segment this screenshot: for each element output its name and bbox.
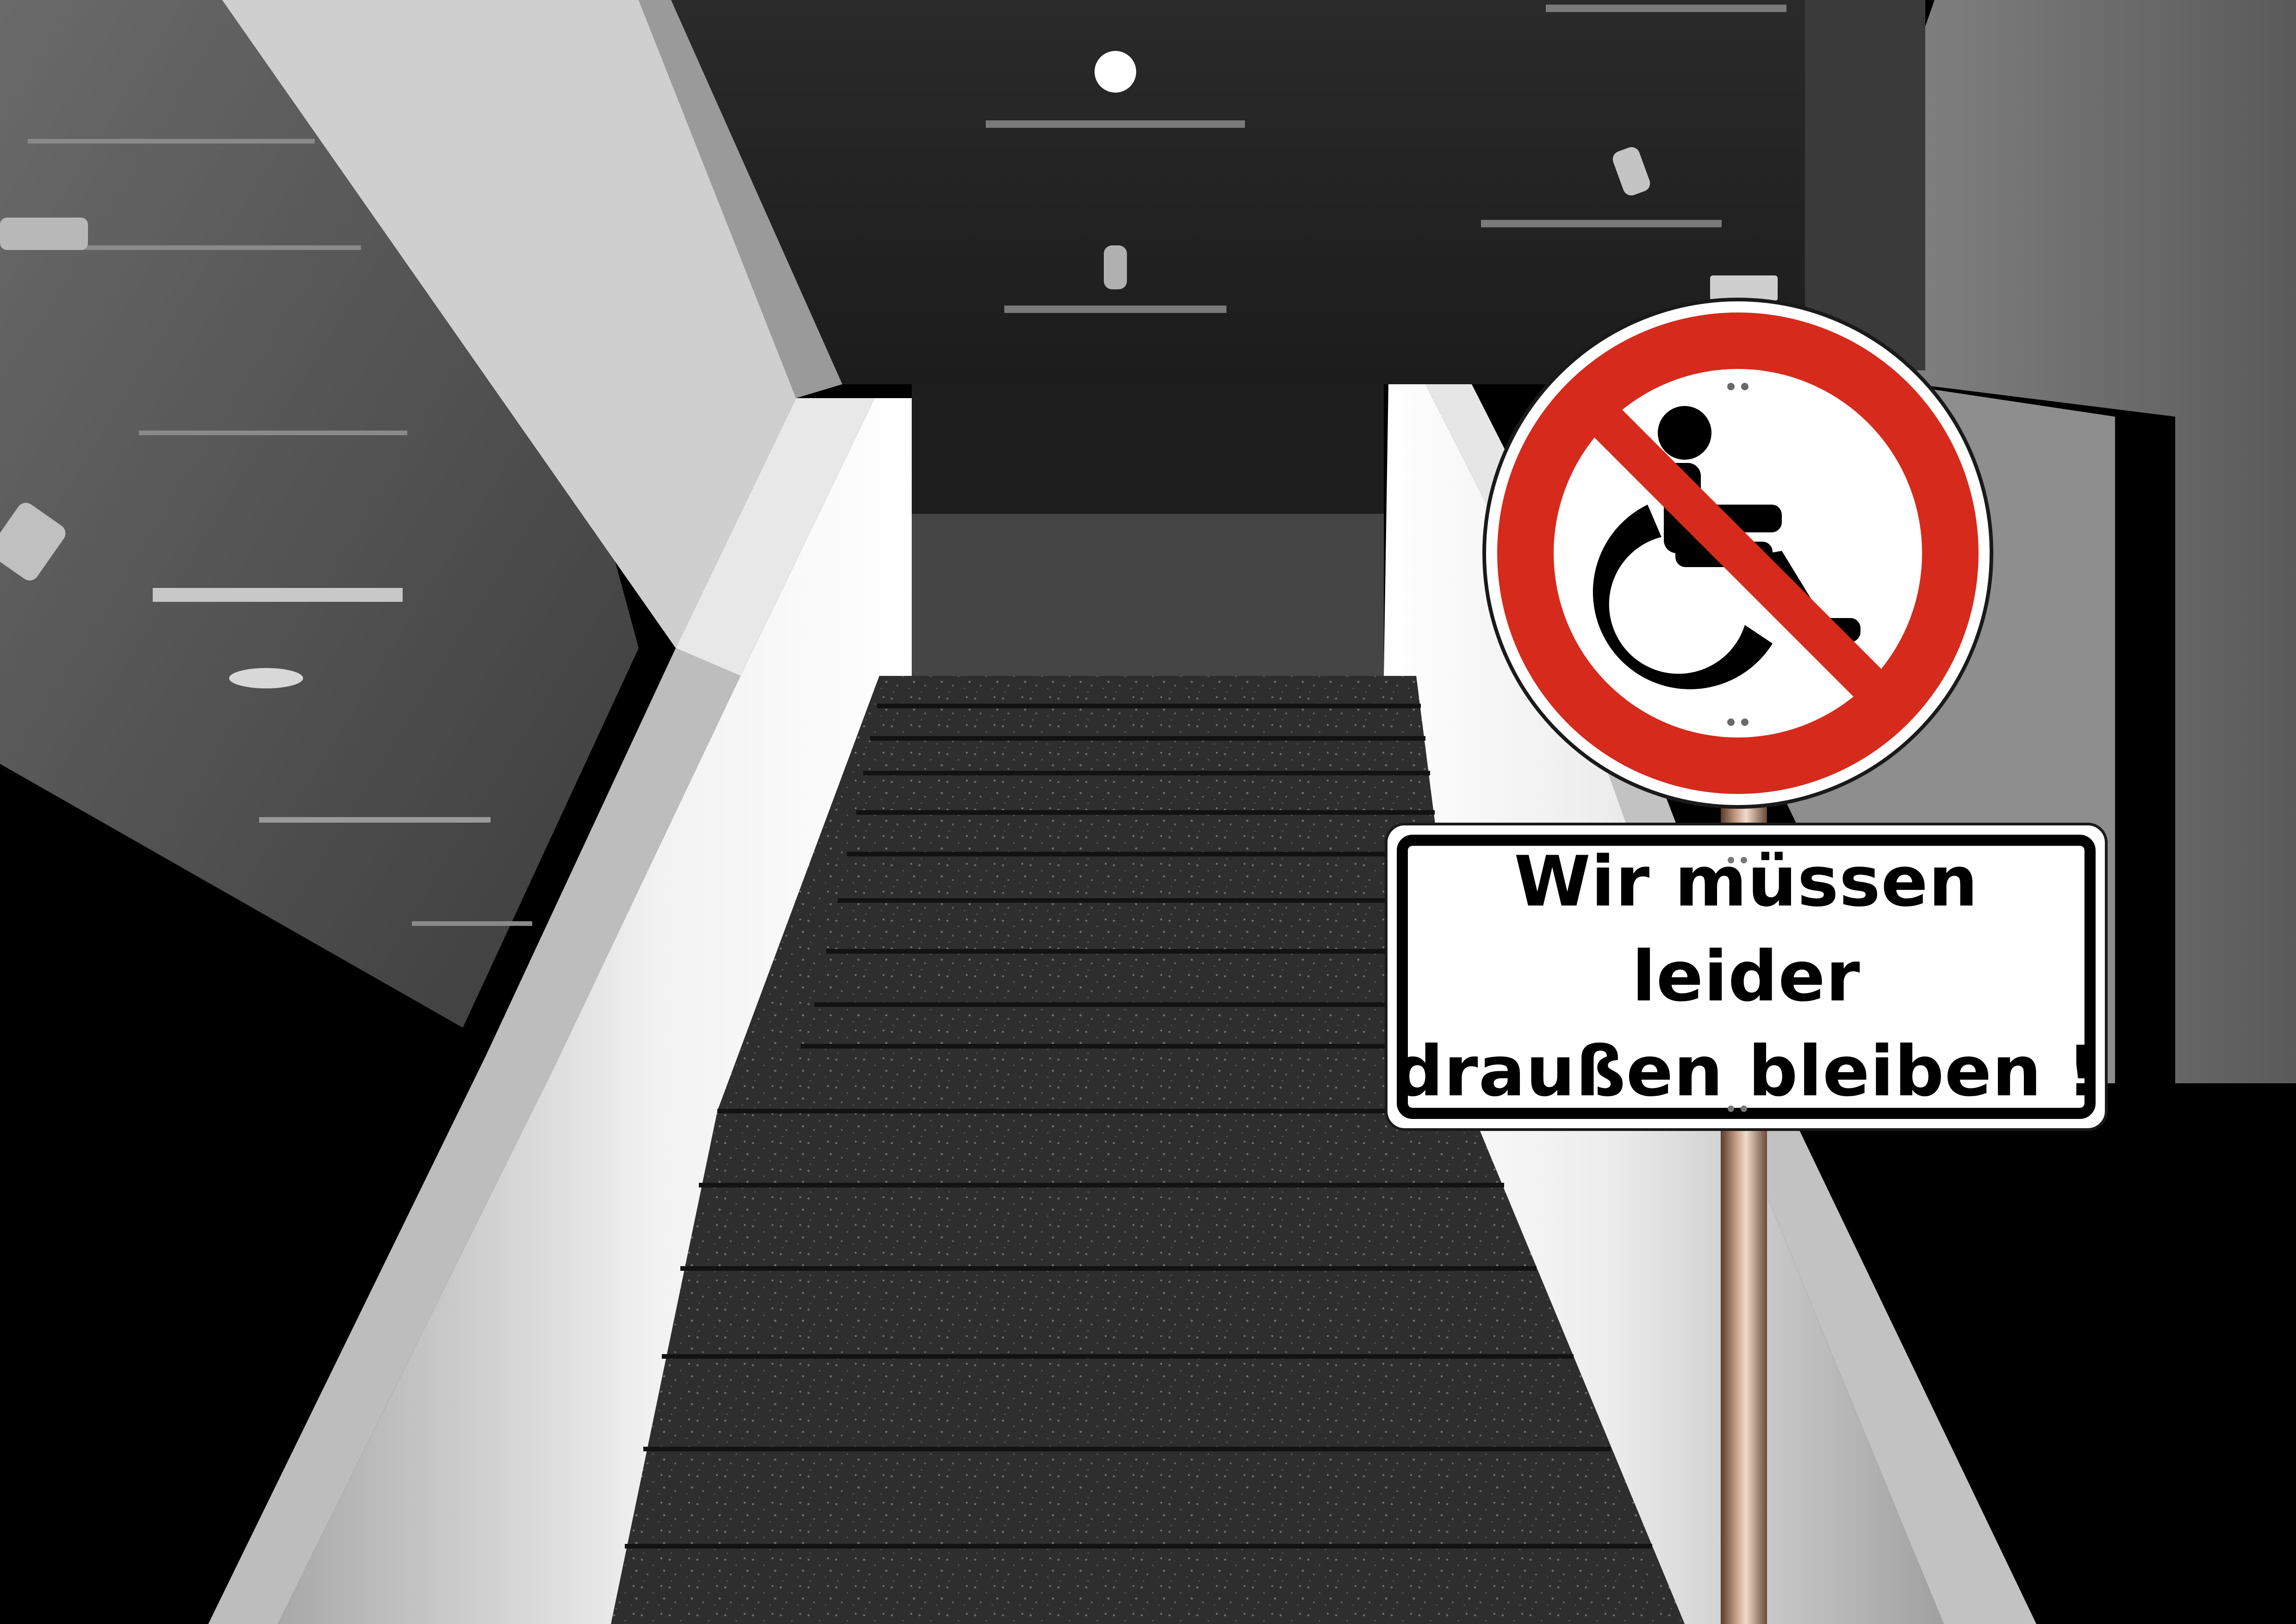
sign-text-line-2: leider: [1632, 936, 1860, 1017]
sign-text-line-3: draußen bleiben !: [1394, 1031, 2099, 1112]
security-camera: [0, 218, 88, 250]
staircase-scene: [0, 0, 2296, 1624]
ceiling-light-fixture: [229, 668, 303, 688]
sign-text-line-1: Wir müssen: [1514, 841, 1979, 922]
ceiling-spotlight: [1095, 51, 1136, 93]
no-wheelchair-sign: [1482, 298, 1993, 809]
security-camera: [1104, 245, 1127, 289]
sign-text: Wir müssen leider draußen bleiben !: [1393, 831, 2099, 1123]
